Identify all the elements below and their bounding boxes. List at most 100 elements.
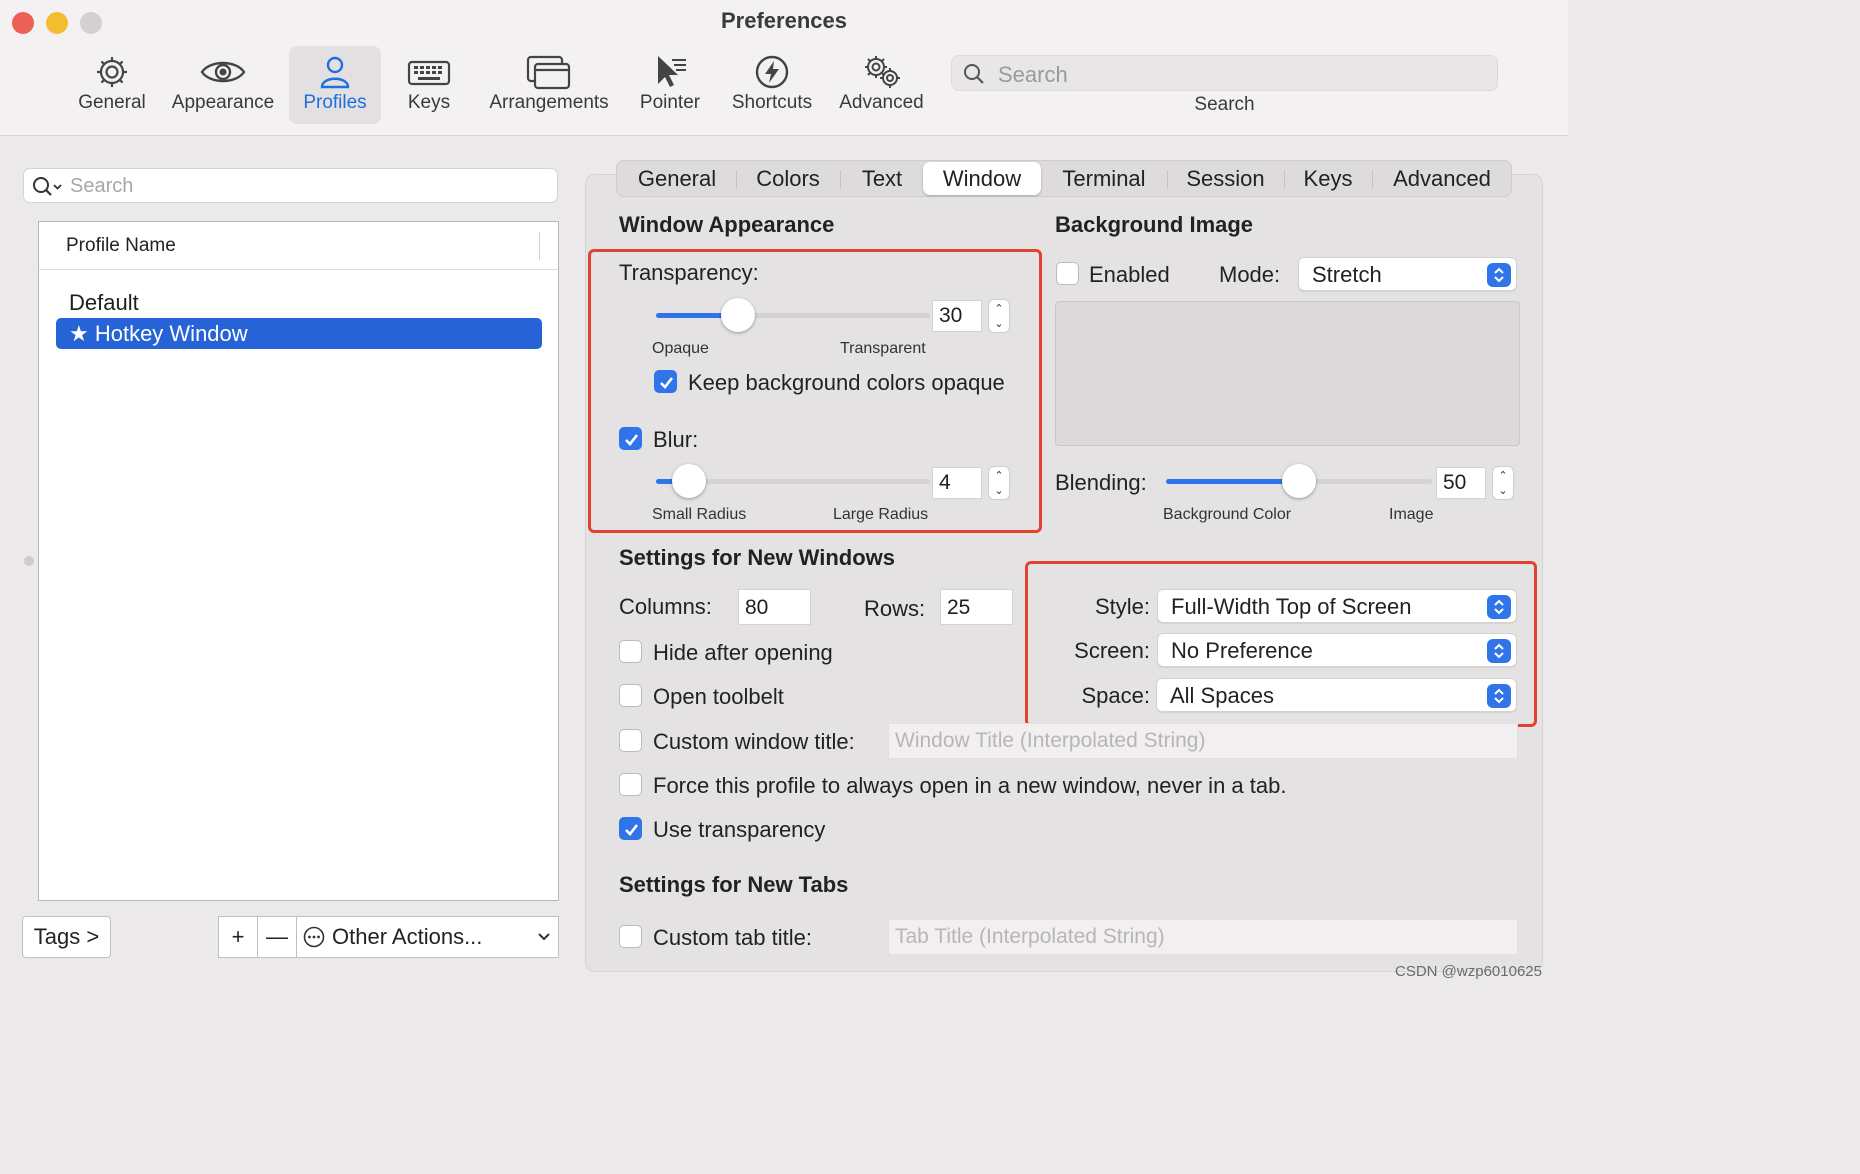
tab-colors[interactable]: Colors xyxy=(737,161,839,196)
tab-terminal[interactable]: Terminal xyxy=(1042,161,1166,196)
other-actions-menu[interactable]: Other Actions... xyxy=(296,916,559,958)
toolbar-label: Keys xyxy=(407,92,451,113)
tab-keys[interactable]: Keys xyxy=(1285,161,1371,196)
tab-session[interactable]: Session xyxy=(1168,161,1283,196)
blending-min-label: Background Color xyxy=(1163,506,1292,523)
background-enabled-checkbox[interactable] xyxy=(1056,262,1079,285)
toolbar-label: Arrangements xyxy=(489,92,609,113)
new-windows-heading: Settings for New Windows xyxy=(619,545,896,570)
mode-select[interactable]: Stretch xyxy=(1298,257,1517,291)
toolbar-arrangements-button[interactable]: Arrangements xyxy=(483,46,615,124)
blur-min-label: Small Radius xyxy=(652,506,747,523)
transparency-min-label: Opaque xyxy=(652,340,709,357)
toolbar-appearance-button[interactable]: Appearance xyxy=(166,46,280,124)
slider-knob[interactable] xyxy=(721,298,755,332)
search-menu-icon xyxy=(33,177,62,196)
split-view-handle[interactable] xyxy=(24,556,34,566)
chevron-down-icon xyxy=(538,933,550,941)
force-new-window-label: Force this profile to always open in a n… xyxy=(653,773,1287,798)
mode-label: Mode: xyxy=(1219,262,1281,287)
keep-background-opaque-checkbox[interactable] xyxy=(654,370,677,393)
profile-tabs: General Colors Text Window Terminal Sess… xyxy=(616,160,1512,197)
tab-window[interactable]: Window xyxy=(923,162,1041,195)
custom-window-title-label: Custom window title: xyxy=(653,729,855,754)
updown-chevron-icon xyxy=(1487,684,1511,708)
blur-checkbox[interactable] xyxy=(619,427,642,450)
custom-tab-title-checkbox[interactable] xyxy=(619,925,642,948)
toolbar-keys-button[interactable]: Keys xyxy=(394,46,464,124)
toolbar-advanced-button[interactable]: Advanced xyxy=(834,46,929,124)
toolbar-label: Appearance xyxy=(171,92,275,113)
hide-after-opening-checkbox[interactable] xyxy=(619,640,642,663)
mode-value: Stretch xyxy=(1312,262,1382,287)
blur-stepper[interactable]: ⌃ ⌄ xyxy=(988,466,1010,500)
slider-knob[interactable] xyxy=(672,464,706,498)
tab-title-input[interactable]: Tab Title (Interpolated String) xyxy=(888,919,1518,955)
use-transparency-checkbox[interactable] xyxy=(619,817,642,840)
transparency-stepper[interactable]: ⌃ ⌄ xyxy=(988,299,1010,333)
background-image-well[interactable] xyxy=(1055,301,1520,446)
space-label: Space: xyxy=(1081,683,1151,708)
style-select[interactable]: Full-Width Top of Screen xyxy=(1157,589,1517,623)
transparency-value-field[interactable]: 30 xyxy=(932,300,982,332)
tags-button[interactable]: Tags > xyxy=(22,916,111,958)
search-icon xyxy=(964,64,984,84)
updown-chevron-icon xyxy=(1487,639,1511,663)
slider-fill xyxy=(1166,479,1299,484)
space-value: All Spaces xyxy=(1170,683,1274,708)
toolbar-general-button[interactable]: General xyxy=(70,46,154,124)
force-new-window-checkbox[interactable] xyxy=(619,773,642,796)
keep-background-opaque-label: Keep background colors opaque xyxy=(688,370,1005,395)
style-value: Full-Width Top of Screen xyxy=(1171,594,1412,619)
toolbar-profiles-button[interactable]: Profiles xyxy=(289,46,381,124)
tab-text[interactable]: Text xyxy=(841,161,923,196)
add-profile-button[interactable]: + xyxy=(218,916,258,958)
profile-name: Default xyxy=(69,290,139,315)
tab-advanced[interactable]: Advanced xyxy=(1373,161,1511,196)
button-label: Tags > xyxy=(33,924,100,949)
toolbar-label: Advanced xyxy=(839,92,924,113)
toolbar-pointer-button[interactable]: Pointer xyxy=(634,46,706,124)
window-title: Preferences xyxy=(721,8,847,33)
columns-field[interactable]: 80 xyxy=(738,589,811,625)
screen-select[interactable]: No Preference xyxy=(1157,633,1517,667)
window-title-input[interactable]: Window Title (Interpolated String) xyxy=(888,723,1518,759)
profile-row-hotkey-window[interactable]: ★ Hotkey Window xyxy=(56,318,542,349)
remove-profile-button[interactable]: — xyxy=(257,916,297,958)
rows-field[interactable]: 25 xyxy=(940,589,1013,625)
checkmark-icon xyxy=(660,377,674,389)
open-toolbelt-checkbox[interactable] xyxy=(619,684,642,707)
toolbar-search-field[interactable]: Search xyxy=(951,55,1498,91)
ellipsis-circle-icon xyxy=(303,926,325,948)
profile-search-input[interactable]: Search xyxy=(23,168,558,203)
transparency-label: Transparency: xyxy=(619,260,759,285)
blur-label: Blur: xyxy=(653,427,699,452)
input-placeholder: Window Title (Interpolated String) xyxy=(895,729,1206,752)
custom-window-title-checkbox[interactable] xyxy=(619,729,642,752)
slider-knob[interactable] xyxy=(1282,464,1316,498)
screen-value: No Preference xyxy=(1171,638,1313,663)
profile-list[interactable]: Profile Name Default ★ Hotkey Window xyxy=(38,221,559,901)
gears-icon xyxy=(864,56,900,88)
tab-general[interactable]: General xyxy=(619,161,735,196)
toolbar-shortcuts-button[interactable]: Shortcuts xyxy=(724,46,820,124)
blending-slider[interactable] xyxy=(1166,464,1432,500)
profile-row-default[interactable]: Default xyxy=(56,287,542,318)
eye-icon xyxy=(200,61,246,83)
background-image-heading: Background Image xyxy=(1055,212,1254,237)
column-header-label: Profile Name xyxy=(66,235,176,256)
transparency-slider[interactable] xyxy=(656,298,930,334)
blur-value-field[interactable]: 4 xyxy=(932,467,982,499)
space-select[interactable]: All Spaces xyxy=(1156,678,1517,712)
toolbar-label: General xyxy=(78,92,146,113)
profile-name: ★ Hotkey Window xyxy=(69,321,248,346)
lightning-icon xyxy=(755,55,789,89)
rows-label: Rows: xyxy=(864,596,926,621)
gear-icon xyxy=(97,57,127,87)
blending-stepper[interactable]: ⌃ ⌄ xyxy=(1492,466,1514,500)
blur-slider[interactable] xyxy=(656,464,930,500)
search-placeholder: Search xyxy=(998,62,1068,87)
profile-name-column-header[interactable]: Profile Name xyxy=(39,222,558,270)
background-enabled-label: Enabled xyxy=(1089,262,1170,287)
blending-value-field[interactable]: 50 xyxy=(1436,467,1486,499)
